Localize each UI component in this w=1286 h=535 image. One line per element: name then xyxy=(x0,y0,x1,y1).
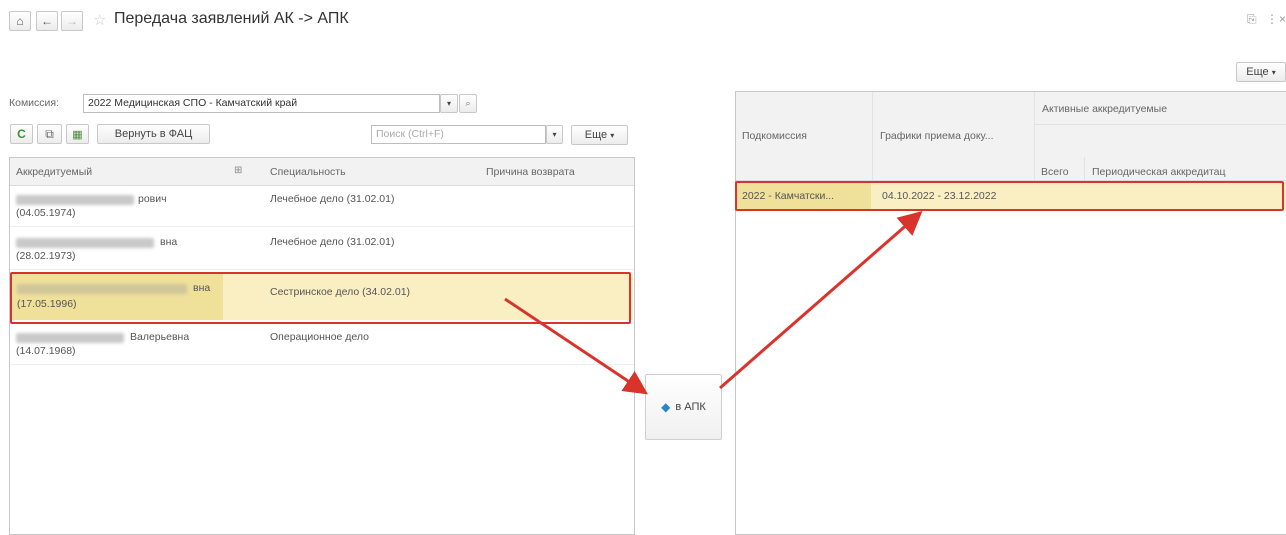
arrow-to-button xyxy=(504,297,648,395)
annotation-arrows xyxy=(504,211,923,395)
arrow-to-right-table xyxy=(719,211,923,390)
